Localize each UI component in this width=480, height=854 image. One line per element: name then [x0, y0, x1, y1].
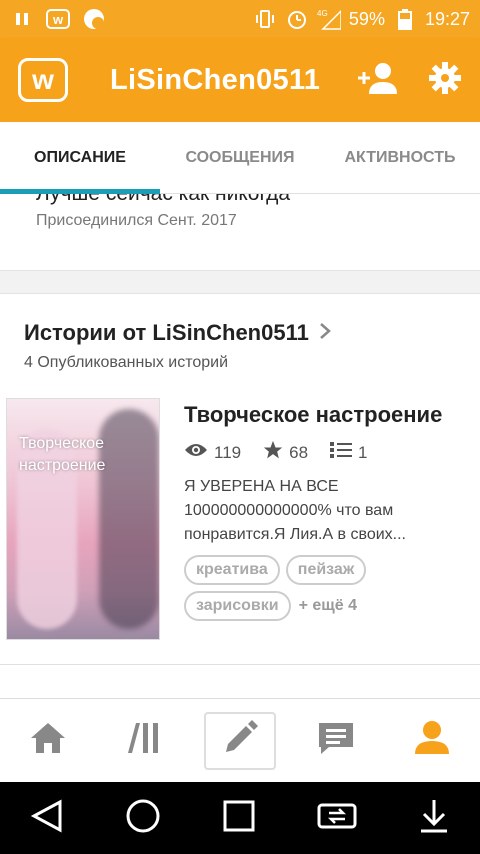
bottom-navigation: [0, 698, 480, 782]
profile-tagline: Лучше сейчас как никогда: [36, 194, 290, 206]
story-card[interactable]: Творческое настроение Творческое настрое…: [0, 372, 480, 640]
story-info: Творческое настроение 119 68 1 Я УВЕРЕНА…: [160, 398, 474, 640]
story-description: Я УВЕРЕНА НА ВСЕ 100000000000000% что ва…: [184, 478, 406, 543]
stories-count: 4 Опубликованных историй: [24, 354, 229, 371]
tag-chip[interactable]: креатива: [184, 555, 280, 585]
pencil-icon: [222, 720, 258, 761]
more-tags-link[interactable]: + ещё 4: [299, 597, 357, 615]
recents-icon[interactable]: [222, 799, 256, 838]
joined-date: Присоединился Сент. 2017: [36, 212, 237, 229]
battery-icon: [393, 7, 417, 31]
reads-count: 119: [214, 442, 242, 462]
nav-home[interactable]: [12, 712, 84, 770]
profile-tabs: ОПИСАНИЕ СООБЩЕНИЯ АКТИВНОСТЬ: [0, 122, 480, 194]
library-icon: [126, 721, 162, 760]
system-navigation-bar: [0, 782, 480, 854]
message-icon: [317, 721, 355, 760]
app-notification-icon: [82, 7, 106, 31]
stories-header[interactable]: Истории от LiSinChen0511 4 Опубликованны…: [0, 294, 480, 372]
parts-count: 1: [358, 442, 368, 462]
tab-activity[interactable]: АКТИВНОСТЬ: [320, 122, 480, 193]
about-section: Лучше сейчас как никогда Присоединился С…: [0, 194, 480, 270]
pause-icon: [10, 7, 34, 31]
tag-chip[interactable]: пейзаж: [285, 555, 367, 585]
home-circle-icon[interactable]: [125, 798, 161, 839]
back-icon[interactable]: [30, 798, 64, 838]
profile-content[interactable]: Лучше сейчас как никогда Присоединился С…: [0, 194, 480, 698]
follow-user-icon[interactable]: [356, 60, 398, 101]
story-title[interactable]: Творческое настроение: [184, 402, 474, 428]
svg-text:4G: 4G: [317, 9, 328, 18]
list-icon: [330, 441, 353, 464]
star-icon: [263, 440, 283, 465]
tab-messages[interactable]: СООБЩЕНИЯ: [160, 122, 320, 193]
story-cover-image[interactable]: Творческое настроение: [6, 398, 160, 640]
clock: 19:27: [424, 8, 470, 29]
profile-username-title: LiSinChen0511: [110, 63, 321, 96]
status-bar: w 4G 59% 19:27: [0, 0, 480, 38]
content-divider: [0, 664, 480, 665]
votes-count: 68: [289, 442, 309, 462]
story-tags: креатива пейзаж зарисовки + ещё 4: [184, 555, 474, 621]
cover-title-text: Творческое настроение: [19, 435, 106, 474]
signal-icon: 4G: [317, 7, 341, 31]
wattpad-notification-icon: w: [46, 7, 70, 31]
chevron-right-icon: [319, 320, 331, 346]
profile-user-icon: [413, 720, 451, 761]
app-bar: w LiSinChen0511: [0, 38, 480, 122]
logo-letter: w: [32, 64, 54, 95]
alarm-icon: [285, 7, 309, 31]
svg-text:w: w: [52, 12, 64, 27]
section-divider: [0, 270, 480, 294]
battery-percent: 59%: [348, 8, 385, 29]
home-icon: [29, 721, 67, 760]
vibrate-icon: [253, 7, 277, 31]
nav-messages[interactable]: [300, 712, 372, 770]
stories-title-text: Истории от LiSinChen0511: [24, 320, 309, 345]
wattpad-logo[interactable]: w: [18, 58, 68, 102]
story-stats: 119 68 1: [184, 440, 474, 465]
nav-library[interactable]: [108, 712, 180, 770]
nav-write[interactable]: [204, 711, 276, 770]
tab-description[interactable]: ОПИСАНИЕ: [0, 122, 160, 194]
eye-icon: [184, 442, 208, 463]
tag-chip[interactable]: зарисовки: [184, 591, 291, 621]
stories-title[interactable]: Истории от LiSinChen0511: [24, 320, 456, 346]
download-icon[interactable]: [418, 798, 450, 839]
nav-profile[interactable]: [396, 712, 468, 770]
settings-gear-icon[interactable]: [428, 61, 462, 100]
switch-apps-icon[interactable]: [317, 799, 357, 838]
